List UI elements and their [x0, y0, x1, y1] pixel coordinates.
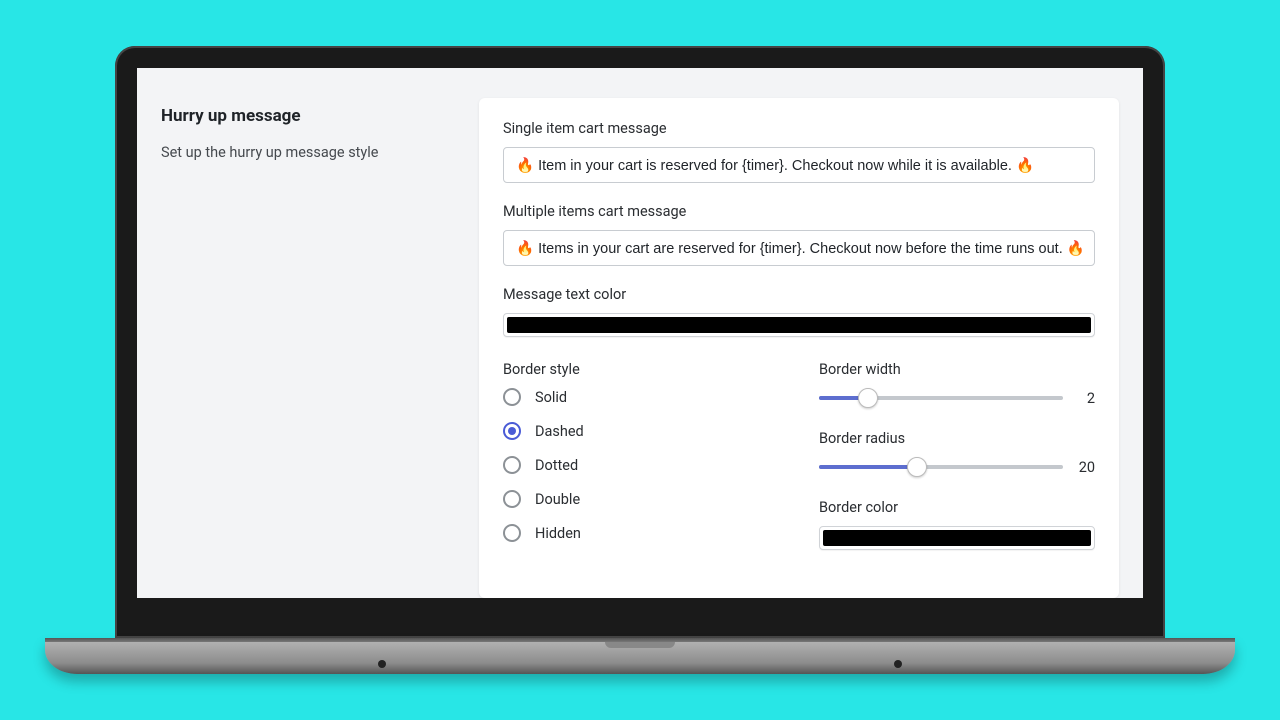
text-color-swatch	[507, 317, 1091, 333]
section-header: Hurry up message Set up the hurry up mes…	[161, 98, 451, 598]
text-color-picker[interactable]	[503, 313, 1095, 337]
laptop-base	[45, 638, 1235, 674]
border-radius-slider[interactable]	[819, 457, 1063, 477]
section-description: Set up the hurry up message style	[161, 144, 451, 161]
section-title: Hurry up message	[161, 106, 451, 126]
border-style-option-hidden[interactable]: Hidden	[503, 524, 779, 542]
radio-icon	[503, 456, 521, 474]
radio-label: Dotted	[535, 457, 578, 474]
border-style-option-double[interactable]: Double	[503, 490, 779, 508]
multi-item-label: Multiple items cart message	[503, 203, 1095, 220]
border-radius-label: Border radius	[819, 430, 1095, 447]
border-radius-value: 20	[1073, 459, 1095, 476]
border-width-slider[interactable]	[819, 388, 1063, 408]
multi-item-input[interactable]	[503, 230, 1095, 266]
radio-label: Dashed	[535, 423, 584, 440]
settings-card: Single item cart message Multiple items …	[479, 98, 1119, 598]
border-width-value: 2	[1073, 390, 1095, 407]
single-item-label: Single item cart message	[503, 120, 1095, 137]
border-color-swatch	[823, 530, 1091, 546]
radio-label: Solid	[535, 389, 567, 406]
single-item-input[interactable]	[503, 147, 1095, 183]
radio-icon	[503, 388, 521, 406]
border-style-option-dotted[interactable]: Dotted	[503, 456, 779, 474]
radio-icon	[503, 490, 521, 508]
laptop-mockup: Hurry up message Set up the hurry up mes…	[115, 46, 1165, 674]
radio-icon	[503, 422, 521, 440]
text-color-label: Message text color	[503, 286, 1095, 303]
laptop-bezel: Hurry up message Set up the hurry up mes…	[115, 46, 1165, 638]
radio-icon	[503, 524, 521, 542]
border-metrics-group: Border width 2 Border radius	[819, 361, 1095, 558]
border-style-label: Border style	[503, 361, 779, 378]
border-style-option-dashed[interactable]: Dashed	[503, 422, 779, 440]
border-style-option-solid[interactable]: Solid	[503, 388, 779, 406]
radio-label: Double	[535, 491, 580, 508]
border-style-group: Border style Solid Dashed Dotted Double Hidd…	[503, 361, 779, 558]
border-width-label: Border width	[819, 361, 1095, 378]
radio-label: Hidden	[535, 525, 581, 542]
app-screen: Hurry up message Set up the hurry up mes…	[137, 68, 1143, 598]
border-color-picker[interactable]	[819, 526, 1095, 550]
border-color-label: Border color	[819, 499, 1095, 516]
